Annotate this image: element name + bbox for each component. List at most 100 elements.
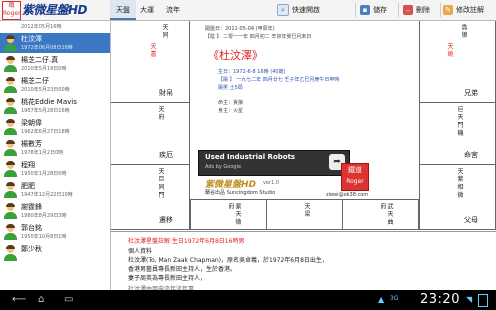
chart-cell[interactable]: 天 巨 同 門 遷移 [111,165,190,230]
cell-main-stars: 天 巨 同 門 [157,168,164,198]
tab-annual[interactable]: 流年 [160,0,186,20]
cell-minor-stars: 天 喜 [149,43,156,57]
contact-email: ziwei@ok38.com [326,192,369,198]
cell-main-stars: 貪 狼 [460,24,467,38]
person-name: 肥肥 [21,182,35,190]
person-name: 杜汶澤 [21,35,42,43]
person-date: 2010年5月23日00時 [21,87,70,93]
list-item[interactable]: 楊芝二仔.真 2010年5月19日0時 [0,54,110,74]
cell-main-stars: 天 府 [157,106,164,120]
chart-cell[interactable]: 天 紫 相 微 父母 [419,165,496,230]
person-name: 梁朝偉 [21,119,42,127]
notes-panel[interactable]: 杜汶澤星盤註解 生日1972年6月8日16時男 個人資料 杜汶澤(To, Man… [111,231,496,293]
person-title: 《杜汶澤》 [208,49,263,62]
cell-main-stars: 武 天 曲 府 [379,203,393,225]
list-item[interactable]: 桃花Eddie Mavis 1967年5月28日16時 [0,96,110,116]
element-line: 陽男 土5局 [218,85,243,91]
person-date: 2012年05月16時 [21,24,62,30]
recent-apps-icon[interactable]: ▭ [64,294,73,305]
chart-open-lunar: 【陰 】 二零一一年 四月初二 辛卯年癸巳月未日 [205,34,312,40]
list-item[interactable]: 梁朝偉 1962年6月27日18時 [0,117,110,137]
delete-button[interactable]: – 刪除 [403,2,430,18]
person-date: 2010年5月19日0時 [21,66,67,72]
stamp-line1: 鐵道 [348,166,362,174]
person-name: 桃花Eddie Mavis [21,98,77,106]
save-icon: ▪ [360,5,370,15]
chart-cell[interactable]: 紫 天 微 府 [190,199,267,230]
list-item[interactable]: 楊芝二仔 2010年5月23日00時 [0,75,110,95]
edit-note-button[interactable]: ✎ 修改註解 [443,2,484,18]
ad-banner[interactable]: Used Industrial Robots Ads by Google ➦ [198,150,350,176]
toolbar-divider [398,3,399,17]
person-date: 1962年6月27日18時 [21,129,70,135]
ad-subtitle: Ads by Google [205,164,242,170]
avatar-icon [4,224,17,240]
cell-palace: 財帛 [159,89,173,97]
cell-palace: 遷移 [159,216,173,224]
avatar-icon [4,140,17,156]
network-icon: ▲ [378,295,385,304]
ming-zhu: 命主：貪狼 [218,100,244,106]
save-button[interactable]: ▪ 儲存 [360,2,387,18]
author-stamp: 鐵道 Roger [341,163,369,191]
person-date: 1972年06月08日16時 [21,45,73,51]
chart-cell[interactable]: 武 天 曲 府 [343,199,419,230]
list-item[interactable]: 鄭少秋 [0,243,110,263]
chart-cell[interactable]: 天 梁 [267,199,343,230]
network-type: 3G [390,295,399,302]
chart-cell[interactable]: 巨 天 門 機 命宮 [419,103,496,165]
list-item[interactable]: 程翔 1950年1月28日0時 [0,159,110,179]
avatar-icon [4,203,17,219]
brand-version: ver1.0 [263,180,280,186]
person-name: 楊芝二仔.真 [21,56,59,64]
chart-cell[interactable]: 貪 狼 天 姚 兄弟 [419,21,496,103]
list-item[interactable]: 2012年05月16時 [0,21,110,32]
cell-main-stars: 天 梁 [303,203,310,217]
person-date: 1980年8月29日3時 [21,213,67,219]
search-icon: ⌕ [277,4,289,16]
notes-line: 個人資料 [128,248,153,255]
chart-open-date: 開盤日：2011-05-04 (甲辰年) [205,26,275,32]
list-item[interactable]: 楊數芳 1978年1月2日0時 [0,138,110,158]
battery-icon [478,294,488,307]
delete-label: 刪除 [416,6,430,14]
quick-open-button[interactable]: ⌕ 快速開啟 [277,2,320,18]
cell-palace: 父母 [464,216,478,224]
avatar-icon [4,161,17,177]
person-list[interactable]: 2012年05月16時 杜汶澤 1972年06月08日16時 楊芝二仔.真 20… [0,21,111,290]
person-name: 楊數芳 [21,140,42,148]
back-icon[interactable]: ⟵ [12,294,26,305]
chart-cell[interactable]: 天 同 天 喜 財帛 [111,21,190,103]
cell-main-stars: 紫 天 微 府 [227,203,241,225]
avatar-icon [4,245,17,261]
list-item[interactable]: 肥肥 1947年12月22日10時 [0,180,110,200]
home-icon[interactable]: ⌂ [38,294,44,305]
person-date: 1978年1月2日0時 [21,150,64,156]
person-name: 楊芝二仔 [21,77,49,85]
toolbar-divider [355,3,356,17]
person-name: 郭台銘 [21,224,42,232]
avatar-icon [4,182,17,198]
lunar-line: 【陽 】 一九七二年 四月廿七 壬子年乙巳月庚午日申時 [218,77,340,83]
person-name: 鄭少秋 [21,245,42,253]
save-label: 儲存 [373,6,387,14]
notes-line: 杜汶澤(To, Man Zaak Chapman)，原名吳卓羲，於1972年6月… [128,257,328,264]
list-item[interactable]: 郭台銘 1950年10月8日1時 [0,222,110,242]
avatar-icon [4,119,17,135]
logo-text-bottom: Roger [3,10,21,17]
avatar-icon [4,35,17,51]
list-item-selected[interactable]: 杜汶澤 1972年06月08日16時 [0,33,110,53]
tab-natal[interactable]: 天盤 [110,0,136,20]
person-name: 程翔 [21,161,35,169]
chart-cell[interactable]: 天 府 疾厄 [111,103,190,165]
app-title: 紫微星盤HD [22,3,88,17]
tab-decade[interactable]: 大運 [134,0,160,20]
avatar-icon [4,56,17,72]
notes-line: 妻子周英為專長新田主持人， [128,275,207,282]
avatar-icon [4,98,17,114]
person-date: 1947年12月22日10時 [21,192,73,198]
wifi-icon: ◥ [466,295,473,304]
avatar-icon [4,77,17,93]
list-item[interactable]: 謝霆鋒 1980年8月29日3時 [0,201,110,221]
app-logo: 鐵 Roger [2,1,21,20]
